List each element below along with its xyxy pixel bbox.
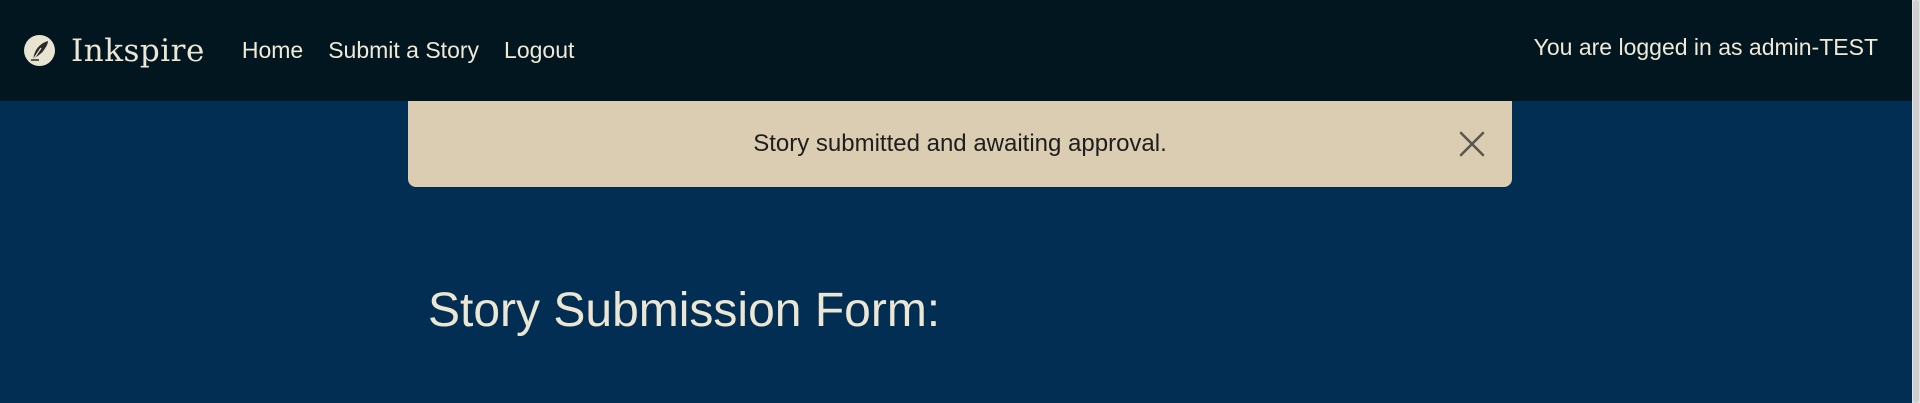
alert-message: Story submitted and awaiting approval. (753, 130, 1167, 157)
close-icon[interactable] (1456, 128, 1488, 160)
nav-link-submit-story[interactable]: Submit a Story (328, 37, 479, 64)
logged-in-status: You are logged in as admin-TEST (1533, 34, 1878, 60)
success-alert: Story submitted and awaiting approval. (408, 101, 1512, 187)
scrollbar-thumb[interactable] (1913, 0, 1919, 403)
brand-name: Inkspire (71, 32, 205, 69)
nav-link-logout[interactable]: Logout (504, 37, 574, 64)
scrollbar[interactable] (1912, 0, 1920, 403)
navbar: Inkspire Home Submit a Story Logout You … (0, 0, 1920, 101)
page-title: Story Submission Form: (428, 284, 941, 337)
nav-link-home[interactable]: Home (242, 37, 303, 64)
brand-link[interactable]: Inkspire (24, 33, 205, 69)
quill-icon (24, 35, 55, 66)
nav-links: Home Submit a Story Logout (242, 37, 600, 64)
